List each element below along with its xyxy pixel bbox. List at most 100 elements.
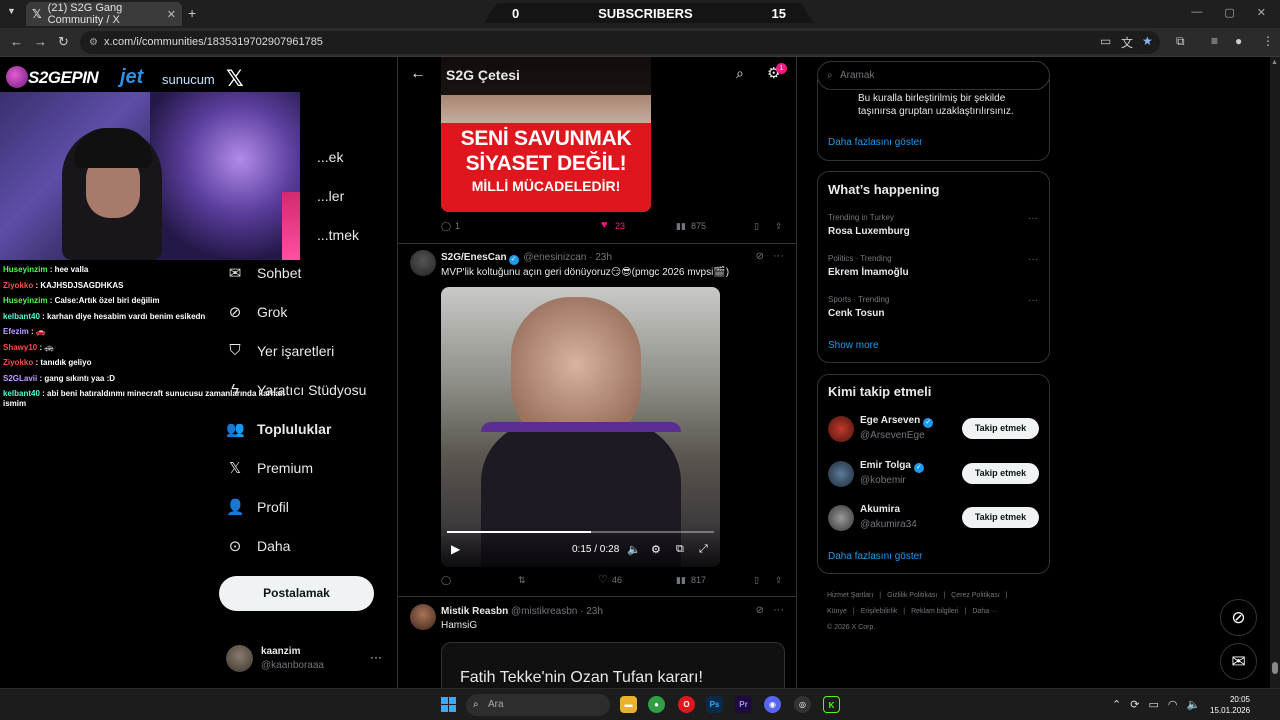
nav-item-lists[interactable]: ☰...tmek (226, 226, 359, 244)
show-more-link[interactable]: Daha fazlasını göster (828, 551, 923, 562)
share-icon[interactable]: ⇪ (775, 575, 783, 586)
kick-icon[interactable]: K (823, 696, 840, 713)
back-arrow-icon[interactable]: ← (410, 65, 426, 83)
bookmark-icon[interactable]: ▯ (754, 221, 759, 232)
obs-icon[interactable]: ◎ (794, 696, 811, 713)
reload-icon[interactable]: ↻ (58, 34, 69, 50)
footer-link[interactable]: Reklam bilgileri (911, 608, 958, 615)
premiere-icon[interactable]: Pr (735, 696, 752, 713)
suggested-user-name[interactable]: Akumira (860, 504, 900, 515)
follow-button[interactable]: Takip etmek (962, 463, 1039, 484)
maximize-icon[interactable]: ▢ (1224, 6, 1234, 19)
tab-close-icon[interactable]: ✕ (167, 8, 176, 21)
nav-item-bookmark[interactable]: ⛉ Yer işaretleri (226, 342, 334, 359)
avatar[interactable] (410, 250, 436, 276)
grok-icon[interactable]: ⊘ (756, 251, 764, 262)
views-icon[interactable]: ▮▮ (676, 221, 686, 232)
chrome-icon[interactable]: ● (648, 696, 665, 713)
footer-link[interactable]: © 2026 X Corp. (827, 624, 875, 631)
tweet-time[interactable]: · 23h (580, 606, 603, 617)
more-dots-icon[interactable]: ··· (1028, 295, 1038, 306)
more-dots-icon[interactable]: ··· (370, 650, 382, 664)
nav-item-x[interactable]: 𝕏 Premium (226, 459, 313, 477)
footer-link[interactable]: Daha ··· (972, 608, 998, 615)
reading-list-icon[interactable]: ≡ (1211, 34, 1218, 48)
follow-button[interactable]: Takip etmek (962, 418, 1039, 439)
suggested-user-name[interactable]: Ege Arseven ✓ (860, 415, 934, 428)
more-dots-icon[interactable]: ··· (773, 604, 784, 616)
nav-item-grok[interactable]: ⊘ Grok (226, 303, 288, 321)
bookmark-icon[interactable]: ▯ (754, 575, 759, 586)
like-heart-icon[interactable]: ♥ (601, 219, 608, 231)
tab-search-icon[interactable]: ▼ (7, 6, 16, 16)
avatar[interactable] (828, 416, 854, 442)
taskbar-clock[interactable]: 20:05 15.01.2026 (1210, 694, 1250, 716)
menu-kebab-icon[interactable]: ⋮ (1262, 34, 1274, 48)
nav-item-bell[interactable]: 🔔...ek (226, 148, 343, 166)
site-info-icon[interactable]: ⚙ (89, 31, 98, 54)
follow-suggestion[interactable]: Emir Tolga ✓ @kobemir Takip etmek (828, 460, 1043, 490)
x-logo-icon[interactable]: 𝕏 (226, 66, 244, 92)
taskbar-search[interactable]: ⌕ Ara (466, 694, 610, 716)
sync-icon[interactable]: ⟳ (1130, 698, 1139, 711)
share-icon[interactable]: ⇪ (775, 221, 783, 232)
tweet-video[interactable]: ▶ 0:15 / 0:28 🔈 ⚙ ⧉ ⤢ (441, 287, 720, 567)
nav-item-more[interactable]: ⊙ Daha (226, 537, 291, 555)
search-icon[interactable]: ⌕ (736, 65, 744, 82)
views-icon[interactable]: ▮▮ (676, 575, 686, 586)
fullscreen-icon[interactable]: ⤢ (699, 543, 708, 556)
browser-tab[interactable]: 𝕏 (21) S2G Gang Community / X ✕ (26, 2, 182, 26)
wifi-icon[interactable]: ◠ (1168, 698, 1178, 711)
reply-icon[interactable]: ◯ (441, 221, 451, 232)
repost-icon[interactable]: ⇅ (518, 575, 526, 586)
grok-fab-icon[interactable]: ⊘ (1220, 599, 1257, 636)
video-progress-bar[interactable] (447, 531, 714, 533)
tweet-author-name[interactable]: S2G/EnesCan (441, 252, 507, 263)
nav-item-mail[interactable]: ✉ Sohbet (226, 264, 302, 282)
grok-icon[interactable]: ⊘ (756, 605, 764, 616)
close-window-icon[interactable]: ✕ (1257, 6, 1266, 19)
more-dots-icon[interactable]: ··· (773, 250, 784, 262)
nav-item-person[interactable]: 👤 Profil (226, 498, 289, 516)
reply-icon[interactable]: ◯ (441, 575, 451, 586)
translate-icon[interactable]: 文 (1121, 34, 1133, 51)
nav-item-envelope[interactable]: ✉...ler (226, 187, 344, 205)
tweet-author-handle[interactable]: @enesinizcan (523, 252, 586, 263)
pip-icon[interactable]: ⧉ (676, 543, 684, 556)
show-more-link[interactable]: Show more (828, 340, 879, 351)
follow-button[interactable]: Takip etmek (962, 507, 1039, 528)
discord-icon[interactable]: ◉ (764, 696, 781, 713)
volume-icon[interactable]: 🔈 (627, 543, 641, 556)
avatar[interactable] (828, 505, 854, 531)
follow-suggestion[interactable]: Ege Arseven ✓ @ArsevenEge Takip etmek (828, 415, 1043, 445)
scrollbar-thumb[interactable] (1272, 662, 1278, 674)
profile-avatar-icon[interactable]: ● (1235, 34, 1242, 48)
trend-item[interactable]: Politics · Trending Ekrem İmamoğlu ··· (828, 254, 1038, 278)
tweet-time[interactable]: · 23h (589, 252, 612, 263)
trend-item[interactable]: Trending in Turkey Rosa Luxemburg ··· (828, 213, 1038, 237)
address-bar[interactable]: ⚙ x.com/i/communities/183531970290796178… (80, 31, 1160, 54)
tray-arrow-icon[interactable]: ⌃ (1112, 698, 1121, 711)
more-dots-icon[interactable]: ··· (1028, 213, 1038, 224)
footer-link[interactable]: Künye (827, 608, 847, 615)
footer-link[interactable]: Erişilebilirlik (861, 608, 898, 615)
back-arrow-icon[interactable]: ← (10, 34, 23, 49)
messages-fab-icon[interactable]: ✉ (1220, 643, 1257, 680)
trend-item[interactable]: Sports · Trending Cenk Tosun ··· (828, 295, 1038, 319)
like-heart-icon[interactable]: ♡ (598, 573, 608, 586)
footer-link[interactable]: Çerez Politikası (951, 592, 1000, 599)
extensions-icon[interactable]: ⧉ (1176, 34, 1185, 49)
page-scrollbar[interactable]: ▲ (1270, 57, 1280, 688)
new-tab-button[interactable]: + (188, 5, 196, 21)
nav-item-bolt[interactable]: ϟ Yaratıcı Stüdyosu (226, 381, 366, 398)
photoshop-icon[interactable]: Ps (706, 696, 723, 713)
network-icon[interactable]: ▭ (1148, 698, 1158, 711)
file-explorer-icon[interactable]: ▬ (620, 696, 637, 713)
account-switcher[interactable]: kaanzim @kaanboraaa ··· (226, 643, 386, 677)
opera-icon[interactable]: O (678, 696, 695, 713)
footer-link[interactable]: Hizmet Şartları (827, 592, 873, 599)
bookmark-star-icon[interactable]: ★ (1142, 34, 1153, 48)
avatar[interactable] (828, 461, 854, 487)
cast-icon[interactable]: ▭ (1100, 34, 1111, 48)
tweet-author-name[interactable]: Mistik Reasbn (441, 606, 508, 617)
